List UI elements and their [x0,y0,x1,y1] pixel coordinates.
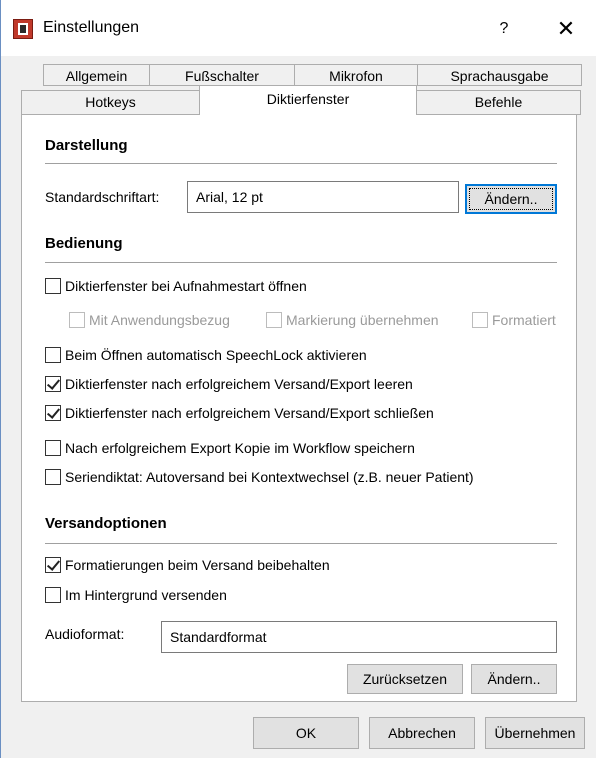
settings-dialog: Einstellungen ? ✕ Allgemein Fußschalter … [0,0,596,758]
section-darstellung-heading: Darstellung [45,137,128,154]
checkbox-markierung[interactable] [266,312,282,328]
checkbox-background-send[interactable] [45,587,61,603]
apply-button[interactable]: Übernehmen [485,717,585,749]
tab-diktierfenster[interactable]: Diktierfenster [199,85,417,115]
checkbox-close-after-send-label: Diktierfenster nach erfolgreichem Versan… [65,405,434,421]
tab-mikrofon[interactable]: Mikrofon [294,64,418,86]
title-bar: Einstellungen ? ✕ [1,0,596,56]
divider [45,543,557,544]
cancel-button[interactable]: Abbrechen [369,717,475,749]
font-field[interactable]: Arial, 12 pt [187,181,459,213]
divider [45,163,557,164]
focus-rect [469,188,553,210]
tab-allgemein[interactable]: Allgemein [43,64,150,86]
checkbox-workflow-copy[interactable] [45,440,61,456]
change-audio-button[interactable]: Ändern.. [471,664,557,694]
checkbox-close-after-send[interactable] [45,405,61,421]
tab-fussschalter[interactable]: Fußschalter [149,64,295,86]
ok-button[interactable]: OK [253,717,359,749]
checkbox-speechlock-label: Beim Öffnen automatisch SpeechLock aktiv… [65,347,367,363]
audioformat-field[interactable]: Standardformat [161,621,557,653]
tab-sprachausgabe[interactable]: Sprachausgabe [417,64,582,86]
checkbox-workflow-copy-label: Nach erfolgreichem Export Kopie im Workf… [65,440,415,456]
checkbox-speechlock[interactable] [45,347,61,363]
checkbox-seriendiktat[interactable] [45,469,61,485]
tab-hotkeys[interactable]: Hotkeys [21,90,200,115]
section-versand-heading: Versandoptionen [45,515,167,532]
checkbox-keep-formatting[interactable] [45,557,61,573]
reset-button[interactable]: Zurücksetzen [347,664,463,694]
close-icon[interactable]: ✕ [541,12,591,46]
checkbox-open-on-record[interactable] [45,278,61,294]
checkbox-formatiert[interactable] [472,312,488,328]
checkbox-mit-anwendungsbezug[interactable] [69,312,85,328]
checkbox-clear-after-send[interactable] [45,376,61,392]
checkbox-clear-after-send-label: Diktierfenster nach erfolgreichem Versan… [65,376,413,392]
audioformat-label: Audioformat: [45,626,125,642]
checkbox-seriendiktat-label: Seriendiktat: Autoversand bei Kontextwec… [65,469,474,485]
help-button[interactable]: ? [484,12,524,46]
checkbox-background-send-label: Im Hintergrund versenden [65,587,227,603]
section-bedienung-heading: Bedienung [45,235,123,252]
divider [45,262,557,263]
tab-befehle[interactable]: Befehle [416,90,581,115]
app-icon [13,19,33,39]
checkbox-keep-formatting-label: Formatierungen beim Versand beibehalten [65,557,330,573]
font-label: Standardschriftart: [45,189,160,205]
window-title: Einstellungen [43,19,140,36]
change-font-button[interactable]: Ändern.. [465,184,557,214]
checkbox-markierung-label: Markierung übernehmen [286,312,439,328]
checkbox-mit-anwendungsbezug-label: Mit Anwendungsbezug [89,312,230,328]
checkbox-open-on-record-label: Diktierfenster bei Aufnahmestart öffnen [65,278,307,294]
checkbox-formatiert-label: Formatiert [492,312,556,328]
